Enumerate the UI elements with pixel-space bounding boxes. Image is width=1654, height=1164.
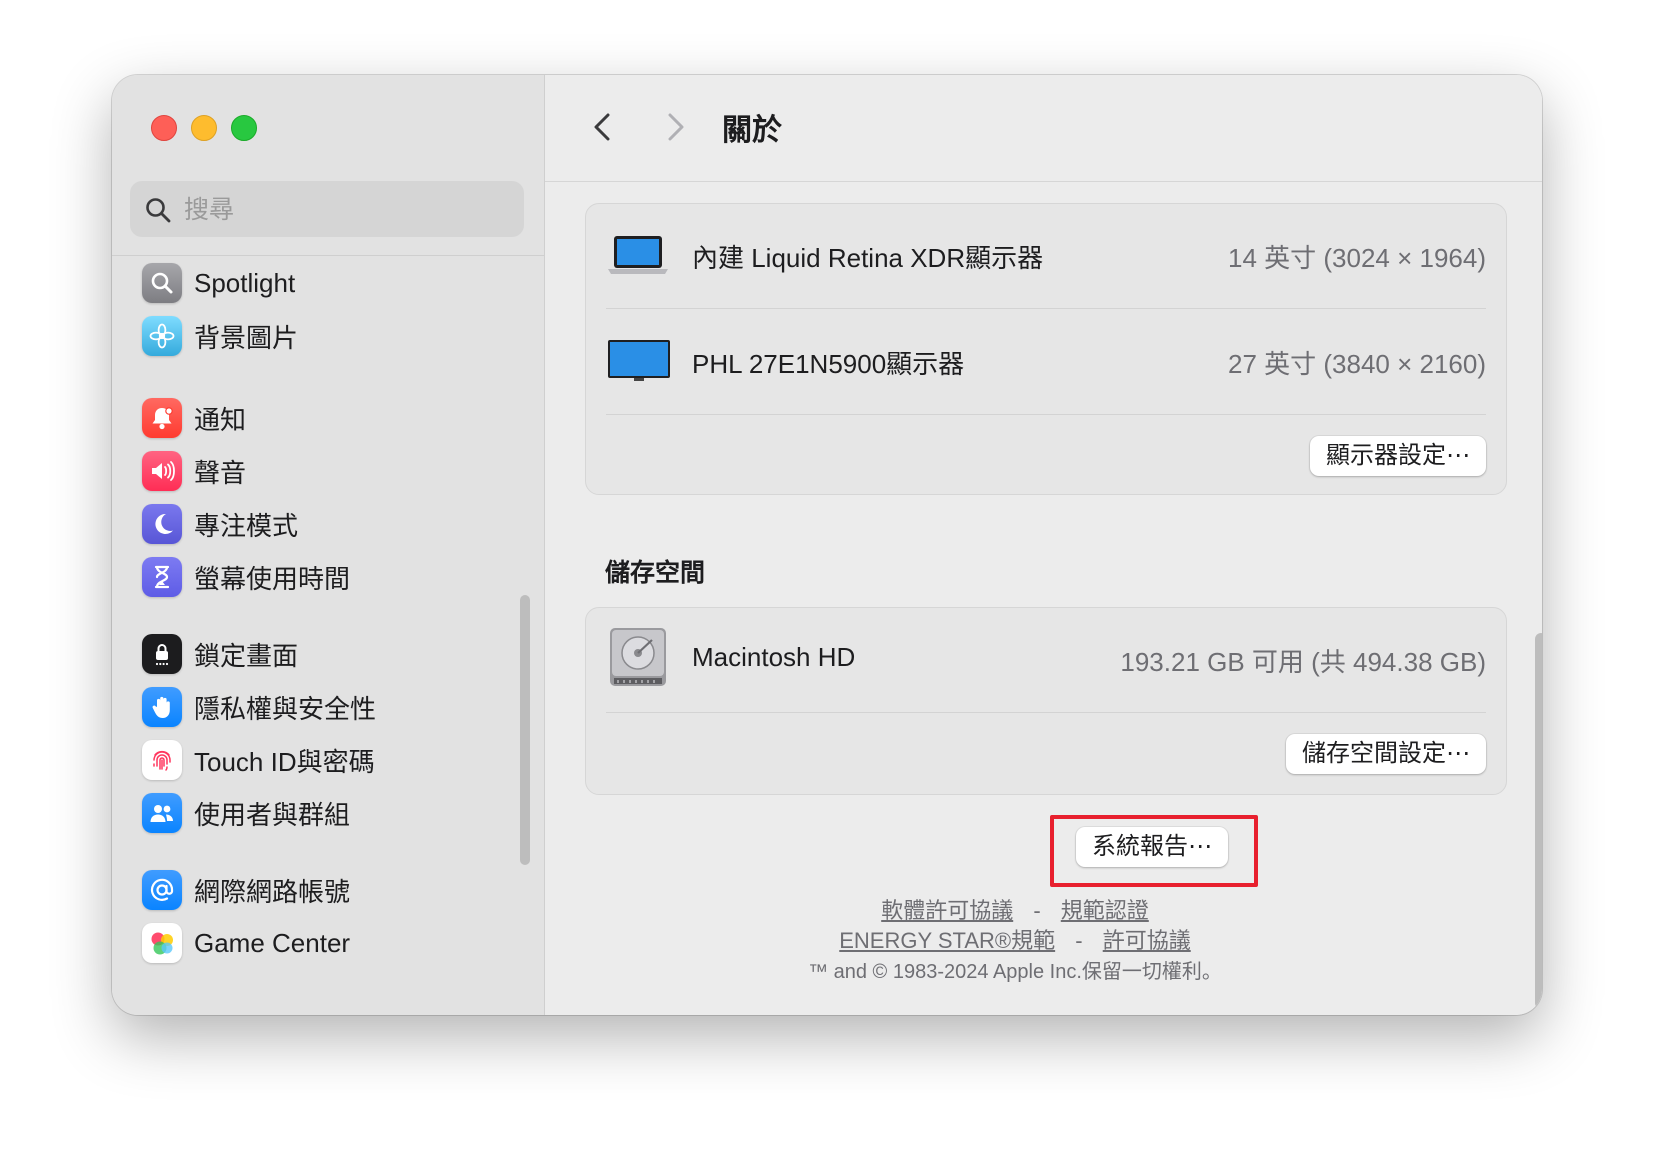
storage-section-title: 儲存空間 xyxy=(605,559,706,587)
sidebar-item-touch-id[interactable]: Touch ID與密碼 xyxy=(142,738,522,782)
screen-time-icon xyxy=(142,557,182,597)
row-divider xyxy=(606,414,1486,415)
sidebar-item-label: 隱私權與安全性 xyxy=(194,693,377,724)
footer-legal-links-2: ENERGY STAR®規範 - 許可協議 xyxy=(545,923,1485,955)
sidebar-scrollbar[interactable] xyxy=(520,595,530,865)
software-license-link[interactable]: 軟體許可協議 xyxy=(881,898,1013,923)
sidebar-item-label: Touch ID與密碼 xyxy=(194,746,375,777)
sidebar-item-label: 背景圖片 xyxy=(194,322,299,353)
storage-row: Macintosh HD 193.21 GB 可用 (共 494.38 GB) xyxy=(606,608,1486,712)
sidebar-item-label: 通知 xyxy=(194,404,247,435)
sidebar-item-lock-screen[interactable]: 鎖定畫面 xyxy=(142,632,522,676)
sidebar-search[interactable] xyxy=(130,181,524,239)
display-name: PHL 27E1N5900顯示器 xyxy=(692,349,965,379)
sidebar-item-label: Game Center xyxy=(194,927,351,958)
sidebar-item-privacy-security[interactable]: 隱私權與安全性 xyxy=(142,685,522,729)
sidebar-item-label: 鎖定畫面 xyxy=(194,640,299,671)
main-pane: 關於 內建 Liquid Retina XDR顯示器 14 英寸 (3024 ×… xyxy=(545,75,1542,1015)
search-icon xyxy=(146,198,171,223)
regulatory-link[interactable]: 規範認證 xyxy=(1061,898,1149,923)
energy-star-link[interactable]: ENERGY STAR®規範 xyxy=(839,928,1055,953)
fingerprint-icon xyxy=(142,740,182,780)
sidebar-divider xyxy=(112,255,544,256)
displays-card: 內建 Liquid Retina XDR顯示器 14 英寸 (3024 × 19… xyxy=(585,203,1507,495)
display-row: 內建 Liquid Retina XDR顯示器 14 英寸 (3024 × 19… xyxy=(606,204,1486,308)
sidebar-item-focus[interactable]: 專注模式 xyxy=(142,502,522,546)
sidebar-item-users-groups[interactable]: 使用者與群組 xyxy=(142,791,522,835)
display-name: 內建 Liquid Retina XDR顯示器 xyxy=(692,243,1044,273)
row-divider xyxy=(606,712,1486,713)
sidebar: Spotlight 背景圖片 通知 xyxy=(112,75,545,1015)
sidebar-item-label: 聲音 xyxy=(194,457,247,488)
sidebar-item-label: 螢幕使用時間 xyxy=(194,563,351,594)
sidebar-item-spotlight[interactable]: Spotlight xyxy=(142,261,522,305)
disk-capacity: 193.21 GB 可用 (共 494.38 GB) xyxy=(1120,647,1486,677)
search-input[interactable] xyxy=(182,181,516,239)
monitor-icon xyxy=(608,340,670,381)
toolbar: 關於 xyxy=(545,75,1542,182)
sidebar-item-sound[interactable]: 聲音 xyxy=(142,449,522,493)
sound-icon xyxy=(142,451,182,491)
at-sign-icon xyxy=(142,870,182,910)
close-window-button[interactable] xyxy=(151,115,177,141)
privacy-hand-icon xyxy=(142,687,182,727)
laptop-icon xyxy=(608,236,668,274)
sidebar-item-notifications[interactable]: 通知 xyxy=(142,396,522,440)
users-icon xyxy=(142,793,182,833)
storage-card: Macintosh HD 193.21 GB 可用 (共 494.38 GB) … xyxy=(585,607,1507,795)
sidebar-list: Spotlight 背景圖片 通知 聲音 專注模式 螢幕使用時間 鎖定畫面 隱私… xyxy=(112,257,544,1015)
sidebar-item-label: 專注模式 xyxy=(194,510,299,541)
license-link[interactable]: 許可協議 xyxy=(1103,928,1191,953)
spotlight-icon xyxy=(142,263,182,303)
row-divider xyxy=(606,308,1486,309)
storage-settings-button[interactable]: 儲存空間設定⋯ xyxy=(1286,734,1486,774)
sidebar-item-wallpaper[interactable]: 背景圖片 xyxy=(142,314,522,358)
wallpaper-icon xyxy=(142,316,182,356)
system-report-button[interactable]: 系統報告⋯ xyxy=(1076,827,1228,867)
sidebar-item-screen-time[interactable]: 螢幕使用時間 xyxy=(142,555,522,599)
footer-legal-links: 軟體許可協議 - 規範認證 xyxy=(545,893,1485,925)
sidebar-item-label: 使用者與群組 xyxy=(194,799,351,830)
game-center-icon xyxy=(142,923,182,963)
sidebar-item-label: Spotlight xyxy=(194,267,296,298)
sidebar-item-internet-accounts[interactable]: 網際網路帳號 xyxy=(142,868,522,912)
hard-disk-icon xyxy=(610,628,666,686)
notifications-icon xyxy=(142,398,182,438)
link-separator: - xyxy=(1075,928,1083,953)
back-chevron-icon[interactable] xyxy=(585,109,621,145)
sidebar-item-game-center[interactable]: Game Center xyxy=(142,921,522,965)
display-resolution: 27 英寸 (3840 × 2160) xyxy=(1228,349,1486,379)
system-settings-window: Spotlight 背景圖片 通知 xyxy=(112,75,1542,1015)
display-row: PHL 27E1N5900顯示器 27 英寸 (3840 × 2160) xyxy=(606,310,1486,414)
lock-screen-icon xyxy=(142,634,182,674)
main-scrollbar[interactable] xyxy=(1535,633,1542,1009)
page-title: 關於 xyxy=(722,114,782,147)
disk-name: Macintosh HD xyxy=(692,642,856,672)
link-separator: - xyxy=(1033,898,1041,923)
display-resolution: 14 英寸 (3024 × 1964) xyxy=(1228,243,1486,273)
zoom-window-button[interactable] xyxy=(231,115,257,141)
forward-chevron-icon[interactable] xyxy=(657,109,693,145)
focus-icon xyxy=(142,504,182,544)
minimize-window-button[interactable] xyxy=(191,115,217,141)
copyright-text: ™ and © 1983-2024 Apple Inc.保留一切權利。 xyxy=(808,961,1222,983)
sidebar-item-label: 網際網路帳號 xyxy=(194,876,351,907)
display-settings-button[interactable]: 顯示器設定⋯ xyxy=(1310,436,1486,476)
